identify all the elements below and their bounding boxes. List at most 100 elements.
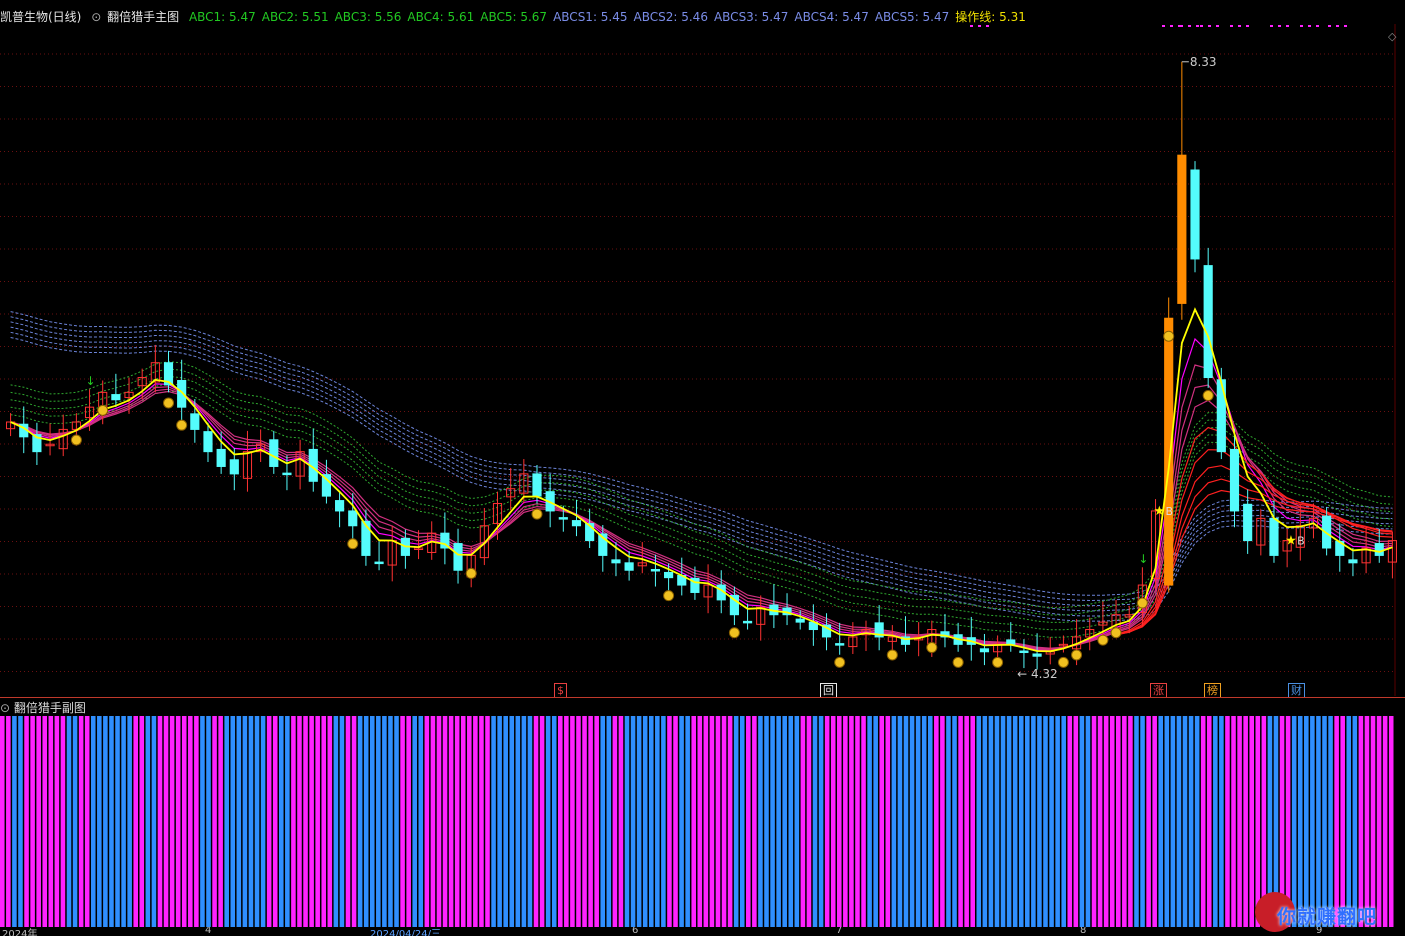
candle-body	[979, 648, 990, 653]
regime-bar	[1031, 716, 1036, 927]
money-bag-icon	[952, 656, 964, 668]
regime-bar	[473, 716, 478, 927]
regime-bar	[691, 716, 696, 927]
regime-bar	[594, 716, 599, 927]
regime-bar	[958, 716, 963, 927]
regime-bar	[764, 716, 769, 927]
regime-bar	[715, 716, 721, 927]
regime-bar	[1128, 716, 1133, 927]
regime-bar	[855, 716, 860, 927]
regime-bar	[351, 716, 357, 927]
regime-bar	[685, 716, 690, 927]
money-bag-icon	[1163, 330, 1175, 342]
regime-bar	[497, 716, 502, 927]
regime-bar	[921, 716, 927, 927]
regime-bar	[309, 716, 314, 927]
regime-bar	[703, 716, 709, 927]
indicator-toggle-icon[interactable]: ⊙	[91, 10, 101, 24]
regime-bar	[618, 716, 624, 927]
menu-fragment[interactable]: ———	[160, 0, 193, 5]
regime-bar	[181, 716, 187, 927]
regime-bar	[145, 716, 151, 927]
regime-bar	[982, 716, 988, 927]
menu-fragment[interactable]: ———	[1300, 0, 1333, 5]
menu-fragment[interactable]: ———	[210, 0, 243, 5]
indicator-toggle-icon[interactable]: ⊙	[0, 701, 10, 715]
candle-body	[1006, 639, 1016, 645]
regime-bar	[1122, 716, 1127, 927]
regime-bar	[66, 716, 72, 927]
regime-bar	[873, 716, 878, 927]
sub-indicator-chart[interactable]	[0, 716, 1405, 927]
candle-body	[1164, 317, 1174, 586]
money-bag-icon	[1097, 634, 1109, 646]
regime-bar	[655, 716, 660, 927]
candle-body	[650, 568, 661, 572]
menu-fragment[interactable]: ———	[440, 0, 473, 5]
menu-fragment[interactable]: ———	[490, 0, 523, 5]
indicator-value-10: ABCS5: 5.47	[874, 10, 950, 24]
regime-bar	[752, 716, 757, 927]
regime-bar	[782, 716, 787, 927]
regime-bar	[460, 716, 466, 927]
regime-bar	[175, 716, 181, 927]
regime-bar	[1109, 716, 1115, 927]
candle-body	[190, 413, 200, 430]
indicator-value-2: ABC2: 5.51	[261, 10, 329, 24]
regime-bar	[1243, 716, 1248, 927]
menu-fragment[interactable]: ———	[320, 0, 353, 5]
chart-header: 凯普生物(日线) ⊙ 翻倍猎手主图 ABC1: 5.47 ABC2: 5.51 AB…	[0, 8, 1395, 24]
regime-bar	[224, 716, 229, 927]
menu-fragment[interactable]: ———	[1260, 0, 1293, 5]
menu-fragment[interactable]: ———	[380, 0, 413, 5]
menu-fragment[interactable]: ———	[600, 0, 633, 5]
main-price-chart[interactable]: ◇↓↓★ B★ B8.33← 4.32	[0, 24, 1405, 696]
top-dot	[1270, 25, 1273, 27]
regime-bar	[1025, 716, 1030, 927]
regime-bar	[1176, 716, 1182, 927]
regime-bar	[60, 716, 66, 927]
regime-bar	[1158, 716, 1164, 927]
money-bag-icon	[992, 656, 1004, 668]
regime-bar	[363, 716, 369, 927]
subchart-title[interactable]: 翻倍猎手副图	[14, 701, 86, 715]
regime-bar	[861, 716, 866, 927]
menu-fragment[interactable]: ———	[660, 0, 693, 5]
indicator-name[interactable]: 翻倍猎手主图	[107, 10, 179, 24]
signal-marker: $	[554, 683, 567, 698]
menu-fragment[interactable]: ———	[50, 0, 83, 5]
pane-divider[interactable]	[0, 697, 1405, 698]
top-dot	[1316, 25, 1319, 27]
stock-name[interactable]: 凯普生物(日线)	[0, 10, 81, 24]
date-tick-label: 2024年	[2, 929, 38, 936]
menu-fragment[interactable]: ———	[1210, 0, 1243, 5]
regime-bar	[1037, 716, 1042, 927]
regime-bar	[503, 716, 508, 927]
menu-fragment[interactable]: ———	[110, 0, 143, 5]
regime-bar	[1182, 716, 1188, 927]
regime-bar	[0, 716, 5, 927]
menu-fragment[interactable]: ———	[540, 0, 573, 5]
regime-bar	[84, 716, 90, 927]
regime-bar	[570, 716, 575, 927]
regime-bar	[242, 716, 248, 927]
regime-bar	[1146, 716, 1151, 927]
candle-body	[1032, 653, 1042, 657]
regime-bar	[964, 716, 969, 927]
top-dot	[986, 25, 989, 27]
abc-line	[10, 375, 1393, 623]
regime-bar	[109, 716, 114, 927]
menu-fragment[interactable]: ———	[270, 0, 303, 5]
regime-bar	[837, 716, 842, 927]
regime-bar	[260, 716, 266, 927]
menu-fragment[interactable]: ———	[1370, 0, 1403, 5]
menu-fragment[interactable]: ———	[1160, 0, 1193, 5]
regime-bar	[406, 716, 411, 927]
menu-fragment[interactable]: ———	[0, 0, 33, 5]
top-dot	[1286, 25, 1289, 27]
top-dot	[1344, 25, 1347, 27]
regime-bar	[279, 716, 284, 927]
regime-bar	[648, 716, 654, 927]
buy-label: B	[1297, 535, 1305, 548]
candle-body	[1269, 517, 1279, 556]
